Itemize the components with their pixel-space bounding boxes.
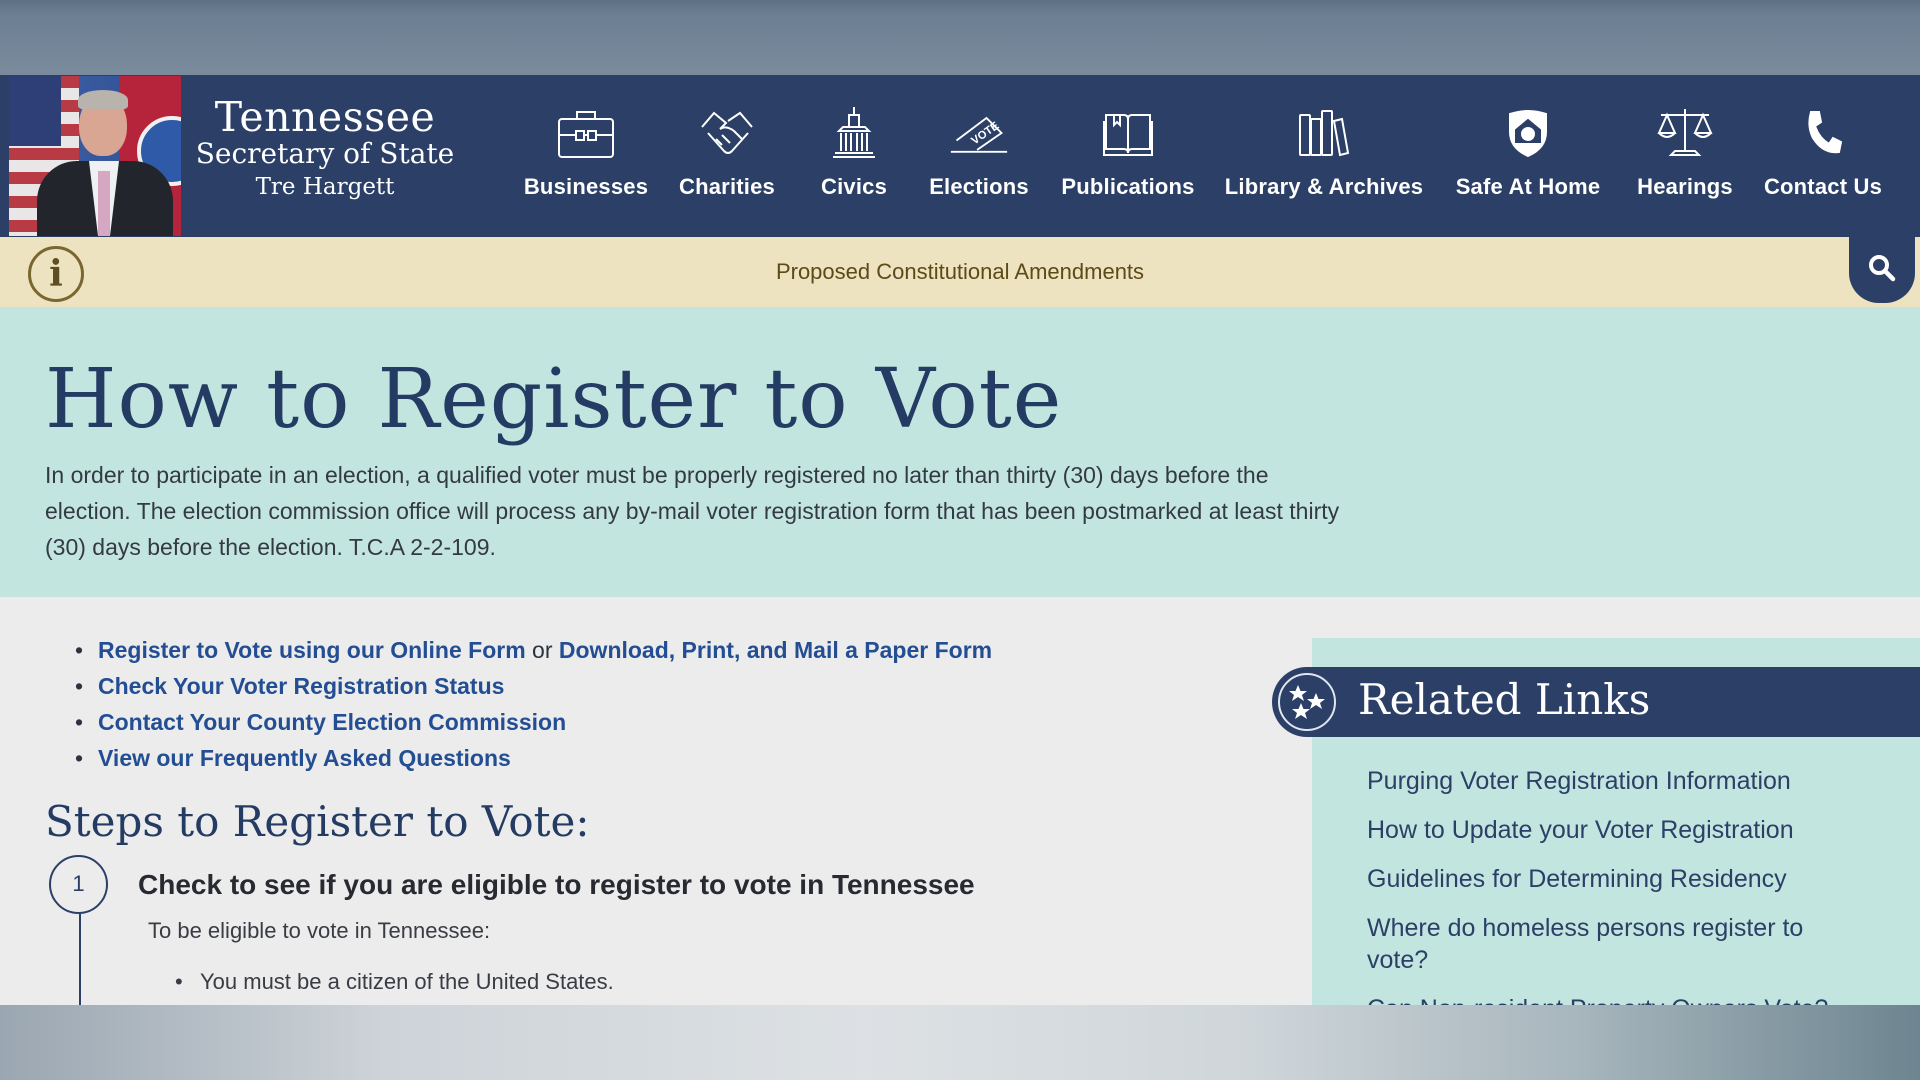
related-link[interactable]: How to Update your Voter Registration	[1367, 814, 1867, 846]
brand-office: Secretary of State	[195, 137, 455, 170]
step-timeline-line	[79, 914, 81, 1005]
nav-hearings[interactable]: Hearings	[1617, 75, 1753, 237]
nav-publications[interactable]: Publications	[1047, 75, 1209, 237]
top-screen-band	[0, 0, 1920, 75]
portrait-hair	[78, 90, 128, 110]
vote-ballot-icon: VOTE	[949, 105, 1009, 161]
brand-state: Tennessee	[214, 93, 436, 141]
alert-banner: i Proposed Constitutional Amendments	[0, 237, 1920, 307]
nav-safe-at-home[interactable]: Safe At Home	[1439, 75, 1617, 237]
brand-name: Tre Hargett	[255, 174, 395, 200]
nav-label: Library & Archives	[1224, 174, 1424, 199]
faq-link[interactable]: View our Frequently Asked Questions	[98, 745, 511, 771]
list-item: View our Frequently Asked Questions	[75, 740, 992, 776]
related-links-list: Purging Voter Registration Information H…	[1367, 765, 1867, 1005]
step-title: Check to see if you are eligible to regi…	[138, 869, 975, 900]
secretary-portrait[interactable]	[9, 76, 181, 236]
proposed-amendments-link[interactable]: Proposed Constitutional Amendments	[0, 259, 1920, 285]
bottom-screen-band	[0, 1005, 1920, 1080]
nav-charities[interactable]: Charities	[657, 75, 797, 237]
link-separator: or	[525, 637, 559, 663]
nav-contact-us[interactable]: Contact Us	[1753, 75, 1893, 237]
list-item: Check Your Voter Registration Status	[75, 668, 992, 704]
nav-elections[interactable]: VOTE Elections	[911, 75, 1047, 237]
site-header: Tennessee Secretary of State Tre Hargett…	[0, 75, 1920, 237]
search-button[interactable]	[1849, 237, 1915, 303]
nav-label: Hearings	[1637, 174, 1733, 199]
handshake-icon	[697, 105, 757, 161]
scales-icon	[1655, 105, 1715, 161]
quick-links-list: Register to Vote using our Online Form o…	[75, 632, 992, 776]
intro-paragraph: In order to participate in an election, …	[45, 462, 1340, 560]
briefcase-icon	[556, 105, 616, 161]
related-links-title: Related Links	[1358, 675, 1651, 724]
phone-icon	[1793, 105, 1853, 161]
nav-label: Businesses	[523, 174, 649, 199]
related-link[interactable]: Guidelines for Determining Residency	[1367, 863, 1867, 895]
related-links-header: Related Links	[1272, 667, 1920, 737]
page-hero: How to Register to Vote In order to part…	[0, 307, 1920, 597]
list-item: Contact Your County Election Commission	[75, 704, 992, 740]
shield-home-icon	[1498, 105, 1558, 161]
paper-form-link[interactable]: Download, Print, and Mail a Paper Form	[559, 637, 992, 663]
tristar-icon	[1278, 673, 1336, 731]
related-link[interactable]: Purging Voter Registration Information	[1367, 765, 1867, 797]
portrait-tie	[98, 171, 110, 236]
nav-businesses[interactable]: Businesses	[515, 75, 657, 237]
nav-label: Publications	[1061, 174, 1195, 199]
steps-heading: Steps to Register to Vote:	[45, 797, 590, 846]
online-form-link[interactable]: Register to Vote using our Online Form	[98, 637, 526, 663]
nav-library-archives[interactable]: Library & Archives	[1209, 75, 1439, 237]
us-flag-canton	[9, 76, 61, 146]
capitol-icon	[824, 105, 884, 161]
nav-label: Charities	[679, 174, 775, 199]
books-icon	[1294, 105, 1354, 161]
nav-label: Civics	[820, 174, 888, 199]
list-item: You must be a citizen of the United Stat…	[175, 969, 614, 995]
eligibility-list: You must be a citizen of the United Stat…	[175, 969, 614, 995]
page-title: How to Register to Vote	[45, 352, 1063, 447]
related-link[interactable]: Can Non-resident Property Owners Vote?	[1367, 993, 1867, 1005]
main-nav: Businesses Charities Civics VOTE Electio…	[515, 75, 1893, 237]
nav-label: Elections	[929, 174, 1029, 199]
main-content: Register to Vote using our Online Form o…	[0, 597, 1920, 1005]
nav-civics[interactable]: Civics	[797, 75, 911, 237]
step-subtitle: To be eligible to vote in Tennessee:	[148, 918, 491, 943]
step-number-badge: 1	[49, 855, 108, 914]
search-icon	[1867, 253, 1897, 288]
check-status-link[interactable]: Check Your Voter Registration Status	[98, 673, 504, 699]
county-commission-link[interactable]: Contact Your County Election Commission	[98, 709, 566, 735]
related-link[interactable]: Where do homeless persons register to vo…	[1367, 912, 1867, 976]
nav-label: Contact Us	[1763, 174, 1883, 199]
list-item: Register to Vote using our Online Form o…	[75, 632, 992, 668]
book-icon	[1098, 105, 1158, 161]
site-logo[interactable]: Tennessee Secretary of State Tre Hargett	[190, 95, 460, 205]
nav-label: Safe At Home	[1455, 174, 1601, 199]
